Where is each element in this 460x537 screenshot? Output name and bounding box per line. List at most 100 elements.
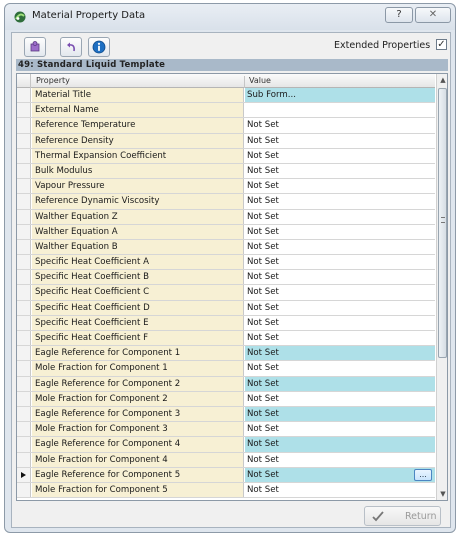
scroll-thumb[interactable] xyxy=(438,88,447,358)
row-header[interactable] xyxy=(17,406,31,422)
table-row[interactable]: Reference Density Not Set xyxy=(17,133,435,149)
table-row[interactable]: Walther Equation B Not Set xyxy=(17,239,435,256)
table-row[interactable]: Specific Heat Coefficient C Not Set xyxy=(17,285,435,301)
row-header[interactable] xyxy=(17,285,31,300)
value-cell[interactable]: Not Set xyxy=(245,422,435,437)
table-row[interactable]: Eagle Reference for Component 5 Not Set..… xyxy=(17,467,435,483)
return-button[interactable]: Return xyxy=(364,506,441,526)
value-cell[interactable]: Not Set xyxy=(245,285,435,300)
row-header[interactable] xyxy=(17,331,31,346)
table-row[interactable]: Eagle Reference for Component 4 Not Set xyxy=(17,437,435,453)
row-header[interactable] xyxy=(17,133,31,148)
row-header[interactable] xyxy=(17,361,31,376)
row-header[interactable] xyxy=(17,118,31,133)
row-header[interactable] xyxy=(17,209,31,224)
value-cell[interactable]: Not Set xyxy=(245,391,435,406)
table-row[interactable]: Specific Heat Coefficient F Not Set xyxy=(17,331,435,347)
row-header[interactable] xyxy=(17,224,31,239)
vertical-scrollbar[interactable]: ▲ ▼ xyxy=(436,74,447,500)
info-button[interactable] xyxy=(88,37,110,57)
value-cell[interactable]: Not Set xyxy=(245,331,435,346)
value-cell[interactable]: Sub Form... xyxy=(245,88,435,103)
table-row[interactable]: Mole Fraction for Component 2 Not Set xyxy=(17,391,435,407)
value-cell[interactable]: Not Set xyxy=(245,194,435,209)
table-row[interactable]: Mole Fraction for Component 3 Not Set xyxy=(17,422,435,438)
value-column-header[interactable]: Value xyxy=(244,76,271,88)
scroll-up-icon[interactable]: ▲ xyxy=(437,74,447,86)
table-row[interactable]: Reference Dynamic Viscosity Not Set xyxy=(17,194,435,210)
table-row[interactable]: Material Title Sub Form... xyxy=(17,88,435,104)
value-cell[interactable]: Not Set xyxy=(245,209,435,224)
value-cell[interactable]: Not Set xyxy=(245,270,435,285)
value-cell[interactable]: Not Set xyxy=(245,361,435,376)
table-row[interactable]: Bulk Modulus Not Set xyxy=(17,163,435,180)
row-header[interactable] xyxy=(17,103,31,118)
value-text: Not Set xyxy=(247,135,279,146)
row-header[interactable] xyxy=(17,346,31,361)
value-cell[interactable]: Not Set xyxy=(245,148,435,163)
table-row[interactable]: Eagle Reference for Component 3 Not Set xyxy=(17,406,435,423)
value-cell[interactable]: Not Set xyxy=(245,346,435,361)
row-header[interactable] xyxy=(17,376,31,391)
table-row[interactable]: Vapour Pressure Not Set xyxy=(17,179,435,195)
value-cell[interactable]: Not Set xyxy=(245,163,435,179)
row-header[interactable] xyxy=(17,163,31,179)
table-row[interactable]: Mole Fraction for Component 5 Not Set xyxy=(17,482,435,499)
row-header[interactable] xyxy=(17,239,31,255)
value-cell[interactable]: Not Set xyxy=(245,406,435,422)
row-header[interactable] xyxy=(17,148,31,163)
value-cell[interactable]: Not Set xyxy=(245,452,435,467)
ellipsis-button[interactable]: ... xyxy=(414,468,432,481)
close-button[interactable]: ✕ xyxy=(415,7,451,23)
table-row[interactable]: Eagle Reference for Component 1 Not Set xyxy=(17,346,435,362)
row-header[interactable] xyxy=(17,437,31,452)
property-cell: Walther Equation Z xyxy=(32,209,244,224)
table-row[interactable]: Eagle Reference for Component 2 Not Set xyxy=(17,376,435,392)
property-cell: Specific Heat Coefficient A xyxy=(32,255,244,270)
table-row[interactable]: External Name xyxy=(17,103,435,119)
value-cell[interactable]: Not Set xyxy=(245,224,435,239)
row-header[interactable] xyxy=(17,88,31,103)
value-cell[interactable]: Not Set xyxy=(245,133,435,148)
value-cell[interactable]: Not Set... xyxy=(245,467,435,482)
row-header-corner xyxy=(17,74,31,88)
scroll-down-icon[interactable]: ▼ xyxy=(437,488,447,500)
value-cell[interactable]: Not Set xyxy=(245,437,435,452)
table-row[interactable]: Walther Equation A Not Set xyxy=(17,224,435,240)
table-row[interactable]: Mole Fraction for Component 1 Not Set xyxy=(17,361,435,377)
row-header[interactable] xyxy=(17,179,31,194)
value-cell[interactable]: Not Set xyxy=(245,376,435,391)
row-header[interactable] xyxy=(17,422,31,437)
row-header[interactable] xyxy=(17,482,31,498)
value-cell[interactable]: Not Set xyxy=(245,179,435,194)
row-header[interactable] xyxy=(17,270,31,285)
tool-button-1[interactable] xyxy=(24,37,46,57)
row-header[interactable] xyxy=(17,452,31,467)
value-cell[interactable]: Not Set xyxy=(245,118,435,133)
table-row[interactable]: Thermal Expansion Coefficient Not Set xyxy=(17,148,435,164)
row-header[interactable] xyxy=(17,300,31,315)
table-row[interactable]: Specific Heat Coefficient D Not Set xyxy=(17,300,435,316)
table-row[interactable]: Walther Equation Z Not Set xyxy=(17,209,435,225)
help-button[interactable]: ? xyxy=(385,7,413,23)
value-cell[interactable]: Not Set xyxy=(245,315,435,330)
row-header[interactable] xyxy=(17,467,31,482)
table-row[interactable]: Specific Heat Coefficient B Not Set xyxy=(17,270,435,286)
value-cell[interactable] xyxy=(245,103,435,118)
tool-button-2[interactable] xyxy=(60,37,82,57)
row-header[interactable] xyxy=(17,315,31,330)
table-row[interactable]: Mole Fraction for Component 4 Not Set xyxy=(17,452,435,468)
value-cell[interactable]: Not Set xyxy=(245,255,435,270)
row-header[interactable] xyxy=(17,391,31,406)
value-cell[interactable]: Not Set xyxy=(245,300,435,315)
table-row[interactable]: Specific Heat Coefficient E Not Set xyxy=(17,315,435,331)
table-row[interactable]: Reference Temperature Not Set xyxy=(17,118,435,134)
row-header[interactable] xyxy=(17,255,31,270)
property-column-header[interactable]: Property xyxy=(32,76,243,85)
value-text: Not Set xyxy=(247,196,279,207)
value-cell[interactable]: Not Set xyxy=(245,239,435,255)
row-header[interactable] xyxy=(17,194,31,209)
table-row[interactable]: Specific Heat Coefficient A Not Set xyxy=(17,255,435,271)
extended-properties-checkbox[interactable]: ✓ xyxy=(436,39,447,50)
value-cell[interactable]: Not Set xyxy=(245,482,435,498)
